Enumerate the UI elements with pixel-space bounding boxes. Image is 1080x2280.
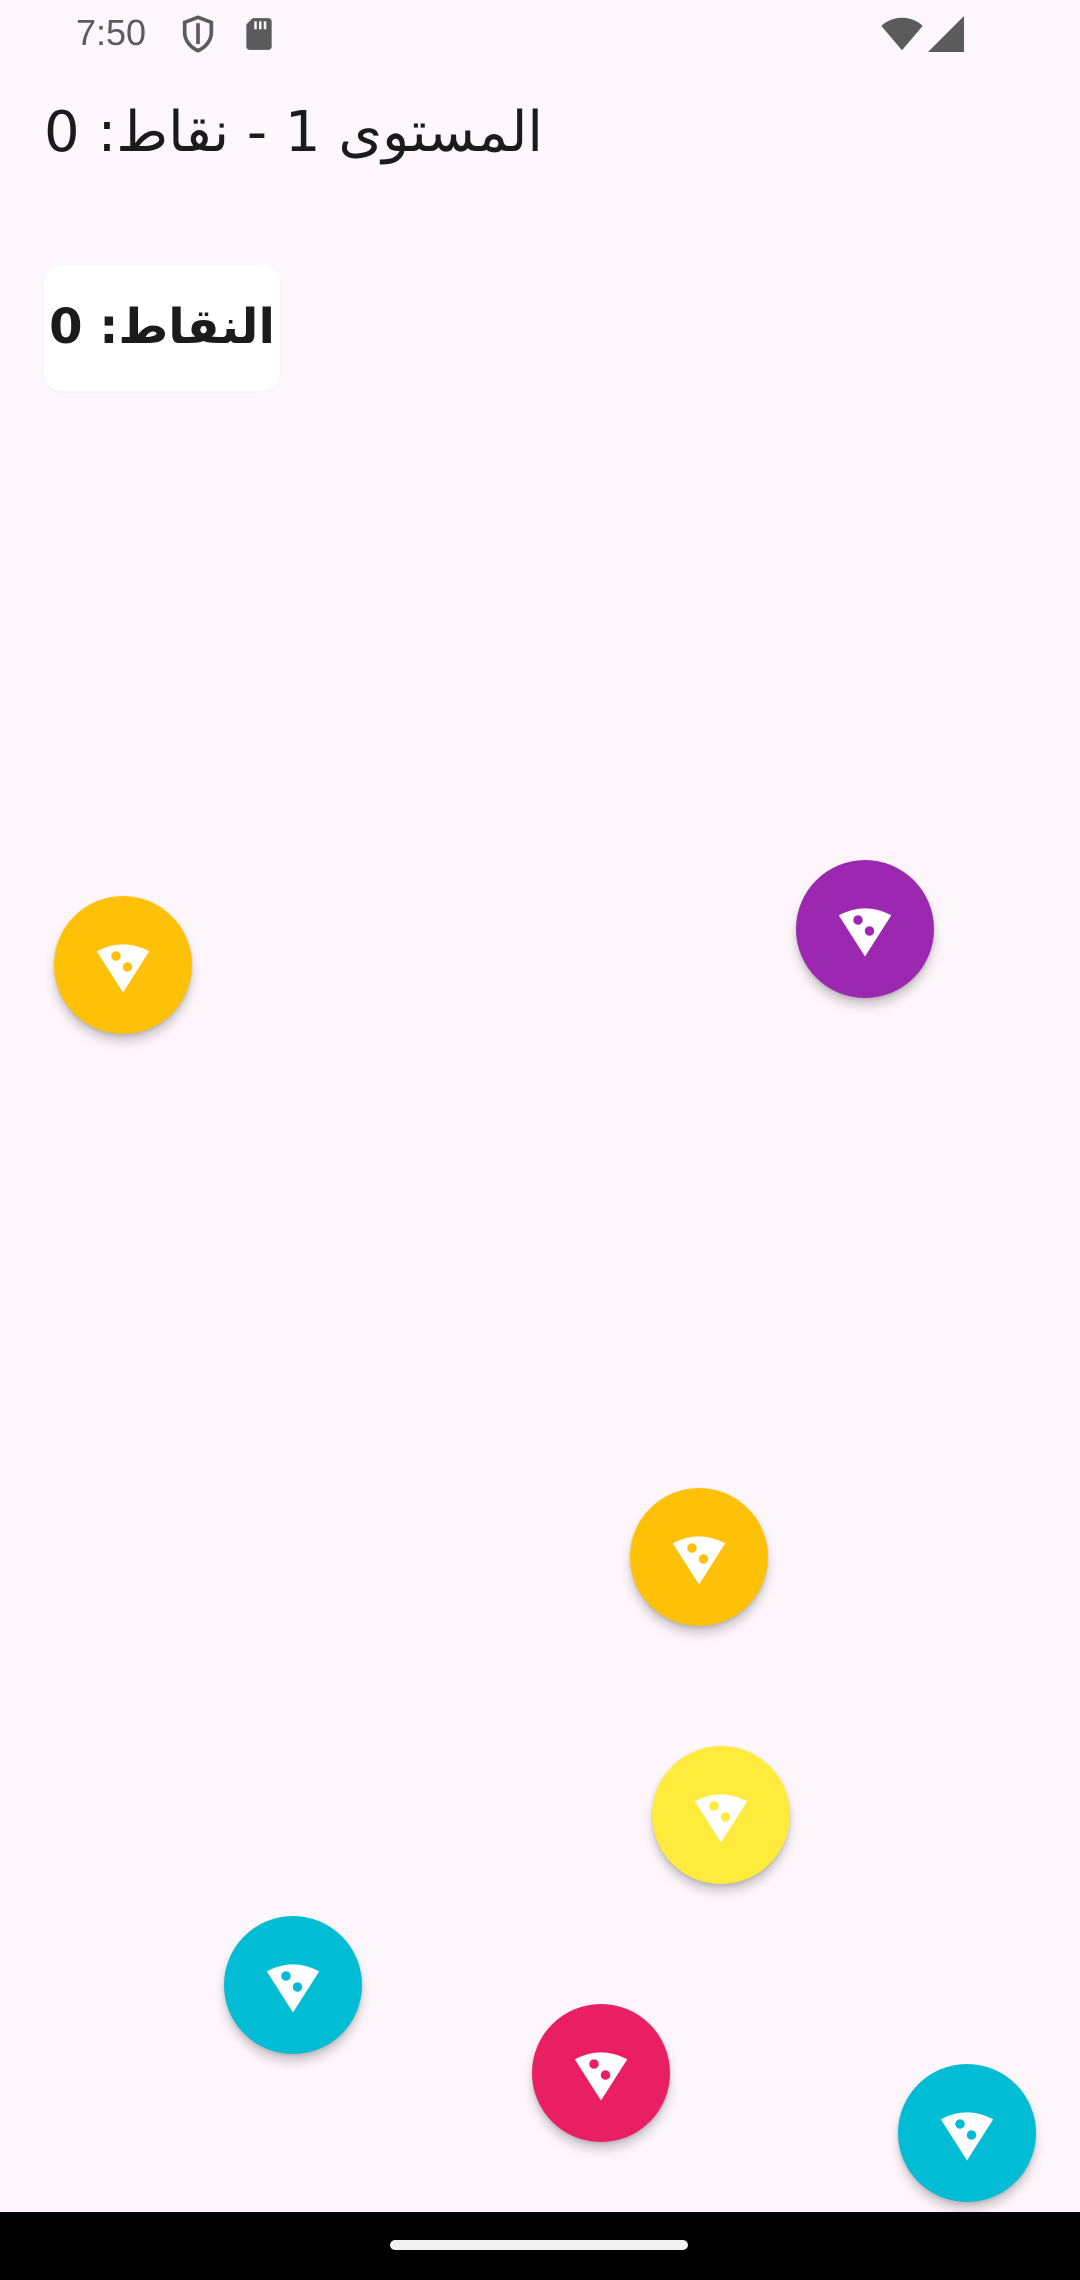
pizza-ball[interactable] [224,1916,362,2054]
signal-icon [928,16,964,56]
status-bar: 7:50 [0,0,1080,70]
score-card: النقاط: 0 [44,265,280,391]
pizza-slice-icon [694,1794,748,1843]
pizza-ball[interactable] [532,2004,670,2142]
pizza-slice-icon [940,2112,994,2161]
pizza-ball[interactable] [630,1488,768,1626]
status-time: 7:50 [76,12,147,53]
pizza-ball[interactable] [652,1746,790,1884]
pizza-ball[interactable] [796,860,934,998]
level-title: المستوى 1 - نقاط: 0 [44,100,543,165]
wifi-icon [880,16,924,56]
pizza-ball[interactable] [898,2064,1036,2202]
pizza-slice-icon [672,1536,726,1585]
pizza-slice-icon [838,908,892,957]
sd-card-icon [240,14,278,58]
pizza-slice-icon [96,944,150,993]
pizza-slice-icon [574,2052,628,2101]
pizza-slice-icon [266,1964,320,2013]
pizza-ball[interactable] [54,896,192,1034]
home-gesture-handle[interactable] [390,2240,688,2250]
score-label: النقاط: 0 [49,299,275,355]
shield-icon [178,14,218,58]
